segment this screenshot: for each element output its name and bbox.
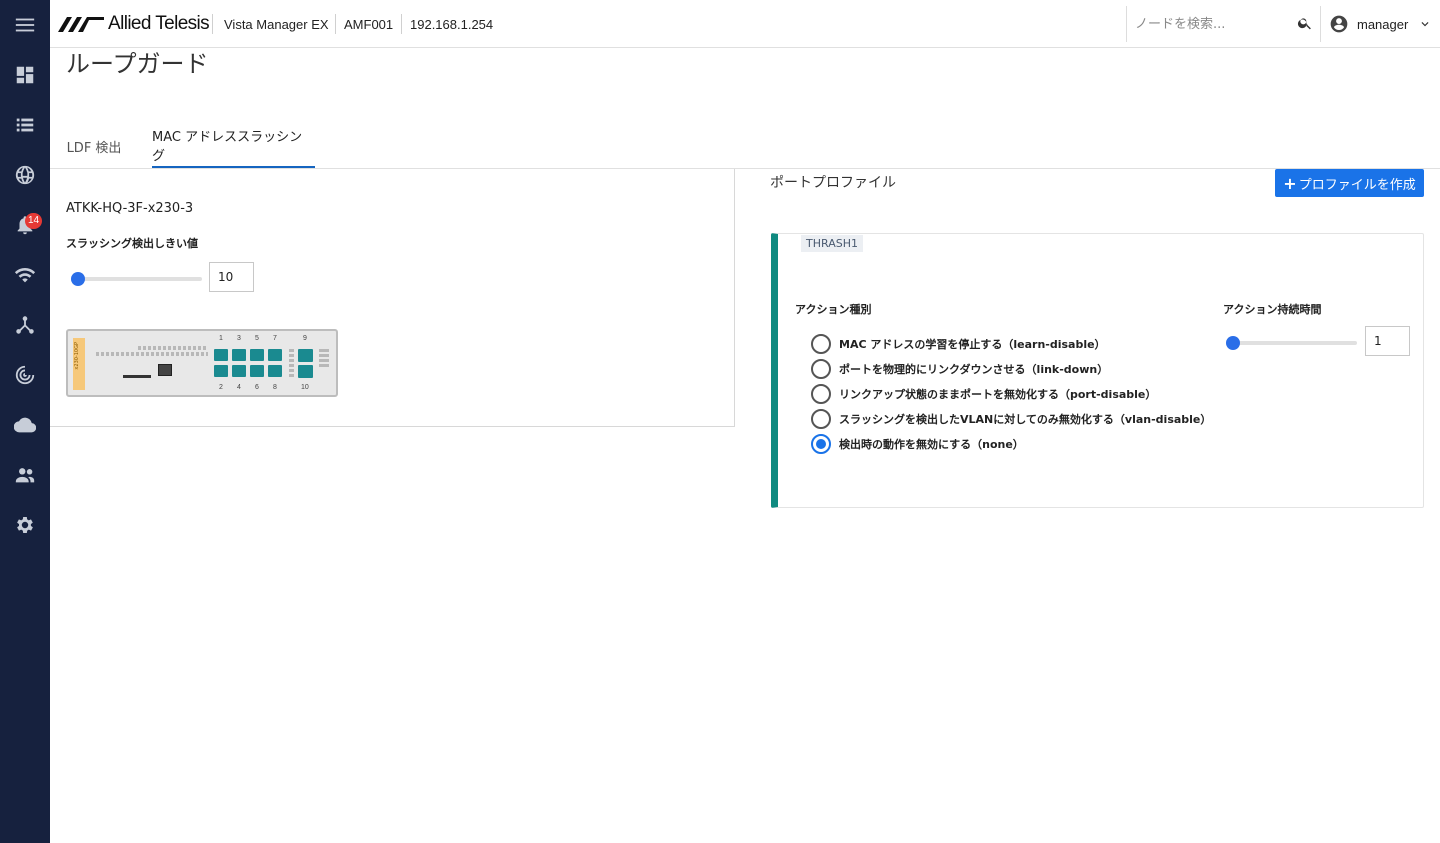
threshold-input[interactable]: 10 [209,262,254,292]
header-divider [212,14,213,34]
port-number: 4 [237,384,241,391]
switch-port-3[interactable] [232,349,246,361]
switch-port-9[interactable] [298,349,313,362]
switch-slot [123,375,151,378]
topology-icon[interactable] [0,305,50,345]
threshold-label: スラッシング検出しきい値 [66,237,198,250]
port-profile-title: ポートプロファイル [770,175,896,191]
switch-port-10[interactable] [298,365,313,378]
brand-logo[interactable]: Allied Telesis [58,12,210,36]
radio-none[interactable]: 検出時の動作を無効にする（none） [811,434,1024,454]
gear-icon[interactable] [0,505,50,545]
duration-slider-handle[interactable] [1226,336,1240,350]
create-profile-button[interactable]: + プロファイルを作成 [1275,169,1424,197]
create-profile-label: プロファイルを作成 [1298,177,1416,193]
tab-mac-thrashing[interactable]: MAC アドレススラッシング [152,124,315,168]
duration-slider[interactable] [1226,336,1357,350]
port-number: 1 [219,335,223,342]
users-icon[interactable] [0,455,50,495]
user-name: manager [1357,16,1409,32]
top-header: Allied Telesis Vista Manager EX AMF001 1… [50,0,1440,48]
radio-button[interactable] [811,334,831,354]
profile-card: THRASH1 アクション種別 アクション持続時間 1 MAC アドレスの学習を… [771,233,1424,508]
port-number: 9 [303,335,307,342]
switch-port-2[interactable] [214,365,228,377]
switch-port-7[interactable] [268,349,282,361]
user-menu[interactable]: manager [1320,6,1440,42]
switch-led-column [289,349,294,379]
node-panel: ATKK-HQ-3F-x230-3 スラッシング検出しきい値 10 x230-1… [50,169,735,427]
duration-input[interactable]: 1 [1365,326,1410,356]
radio-button[interactable] [811,384,831,404]
radio-button[interactable] [811,359,831,379]
radio-link-down[interactable]: ポートを物理的にリンクダウンさせる（link-down） [811,359,1108,379]
port-number: 2 [219,384,223,391]
page-title: ループガード [66,50,209,78]
notification-badge: 14 [25,213,43,229]
node-name: ATKK-HQ-3F-x230-3 [66,201,194,216]
switch-port-4[interactable] [232,365,246,377]
radio-vlan-disable[interactable]: スラッシングを検出したVLANに対してのみ無効化する（vlan-disable） [811,409,1211,429]
radio-label: 検出時の動作を無効にする（none） [839,438,1024,451]
area-name[interactable]: AMF001 [344,0,393,48]
switch-led-row [96,352,208,356]
radio-label: ポートを物理的にリンクダウンさせる（link-down） [839,363,1109,376]
port-number: 3 [237,335,241,342]
switch-led-column [319,349,329,367]
threshold-slider-handle[interactable] [71,272,85,286]
allied-telesis-logo-icon [58,17,104,32]
threshold-slider[interactable] [71,272,202,286]
switch-port-1[interactable] [214,349,228,361]
list-icon[interactable] [0,105,50,145]
device-ip: 192.168.1.254 [410,16,494,32]
product-name: Vista Manager EX [224,16,329,32]
account-circle-icon [1330,15,1348,33]
port-number: 7 [273,335,277,342]
node-search [1126,6,1316,42]
radar-icon[interactable] [0,355,50,395]
plus-icon: + [1283,173,1297,193]
port-number: 8 [273,384,277,391]
radio-button[interactable] [811,409,831,429]
bell-icon[interactable]: 14 [0,205,50,245]
radio-learn-disable[interactable]: MAC アドレスの学習を停止する（learn-disable） [811,334,1106,354]
search-icon[interactable] [1297,15,1313,31]
port-number: 10 [301,384,309,391]
node-search-input[interactable] [1135,12,1285,36]
switch-port-6[interactable] [250,365,264,377]
radio-label: リンクアップ状態のままポートを無効化する（port-disable） [839,388,1157,401]
brand-name: Allied Telesis [108,13,210,34]
radio-port-disable[interactable]: リンクアップ状態のままポートを無効化する（port-disable） [811,384,1156,404]
switch-led-row [138,346,208,350]
dashboard-icon[interactable] [0,55,50,95]
tab-bar: LDF 検出 MAC アドレススラッシング [50,124,1440,169]
wifi-icon[interactable] [0,255,50,295]
switch-port-8[interactable] [268,365,282,377]
radio-button[interactable] [811,434,831,454]
port-number: 5 [255,335,259,342]
header-divider [401,14,402,34]
switch-console-port [158,364,172,376]
profile-name: THRASH1 [801,235,863,252]
port-number: 6 [255,384,259,391]
switch-port-5[interactable] [250,349,264,361]
sidebar: 14 [0,0,50,843]
switch-faceplate[interactable]: x230-10GP 1 3 5 7 9 2 4 6 8 10 [66,329,338,397]
menu-icon[interactable] [0,5,50,45]
radio-label: スラッシングを検出したVLANに対してのみ無効化する（vlan-disable） [839,413,1212,426]
switch-model-stripe: x230-10GP [73,338,85,390]
chevron-down-icon [1421,22,1429,27]
cloud-icon[interactable] [0,405,50,445]
header-divider [335,14,336,34]
tab-ldf-detection[interactable]: LDF 検出 [66,124,122,168]
radio-label: MAC アドレスの学習を停止する（learn-disable） [839,338,1106,351]
action-type-label: アクション種別 [795,303,872,316]
switch-model-label: x230-10GP [74,342,80,370]
globe-icon[interactable] [0,155,50,195]
duration-label: アクション持続時間 [1223,303,1322,316]
